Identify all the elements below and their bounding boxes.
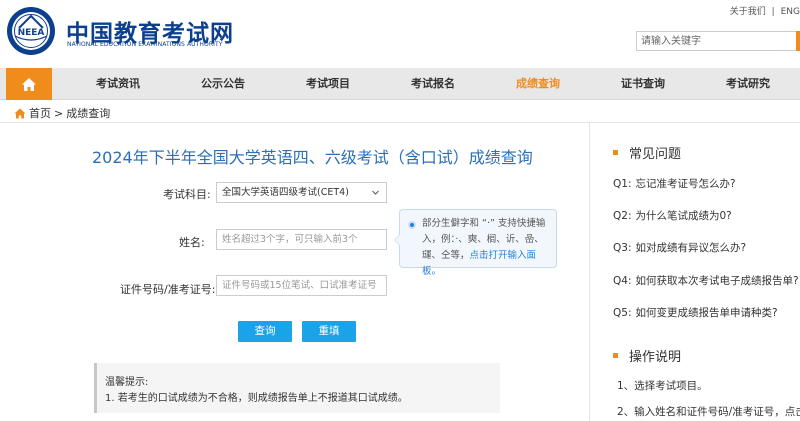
info-dot-icon xyxy=(408,221,416,229)
nav-item-research[interactable]: 考试研究 xyxy=(726,68,770,100)
tips-line: 1. 若考生的口试成绩为不合格，则成绩报告单上不报道其口试成绩。 xyxy=(105,393,408,404)
top-links: 关于我们 | ENG xyxy=(727,4,800,17)
sidebar-divider xyxy=(589,123,590,421)
id-number-input[interactable] xyxy=(216,275,387,296)
id-label: 证件号码/准考证号: xyxy=(120,283,216,296)
content-divider xyxy=(0,122,800,123)
breadcrumb-separator: > xyxy=(54,106,64,120)
page-title: 2024年下半年全国大学英语四、六级考试（含口试）成绩查询 xyxy=(92,148,533,167)
search-button[interactable] xyxy=(796,31,800,51)
nav-item-score-query[interactable]: 成绩查询 xyxy=(516,68,560,100)
chevron-down-icon xyxy=(372,190,379,195)
breadcrumb-home-link[interactable]: 首页 xyxy=(29,105,51,121)
nav-item-exams[interactable]: 考试项目 xyxy=(306,68,350,100)
ops-heading: 操作说明 xyxy=(613,346,681,365)
ops-step: 2、输入姓名和证件号码/准考证号，点击查询 xyxy=(617,406,800,418)
nav-item-news[interactable]: 考试资讯 xyxy=(96,68,140,100)
faq-item[interactable]: Q1: 忘记准考证号怎么办? xyxy=(613,176,736,191)
english-link[interactable]: ENG xyxy=(781,7,800,17)
faq-heading: 常见问题 xyxy=(613,143,681,162)
about-us-link[interactable]: 关于我们 xyxy=(730,7,766,17)
faq-item[interactable]: Q2: 为什么笔试成绩为0? xyxy=(613,208,732,223)
ops-title: 操作说明 xyxy=(629,350,682,365)
breadcrumb: 首页 > 成绩查询 xyxy=(14,105,110,121)
neea-logo-icon[interactable]: NEEA xyxy=(6,6,56,56)
query-button[interactable]: 查询 xyxy=(238,321,292,342)
faq-item[interactable]: Q4: 如何获取本次考试电子成绩报告单? xyxy=(613,273,799,288)
ops-step: 1、选择考试项目。 xyxy=(617,380,708,392)
name-input[interactable] xyxy=(216,229,387,250)
heading-marker-icon xyxy=(613,150,618,155)
faq-item[interactable]: Q5: 如何变更成绩报告单申请种类? xyxy=(613,305,778,320)
breadcrumb-current: 成绩查询 xyxy=(66,107,111,120)
breadcrumb-home-icon xyxy=(14,108,26,119)
site-header: NEEA 中国教育考试网 NATIONAL EDUCATION EXAMINAT… xyxy=(0,0,800,68)
nav-item-certificate-query[interactable]: 证书查询 xyxy=(621,68,665,100)
nav-home-button[interactable] xyxy=(6,68,52,100)
tooltip-text: 部分生僻字和 “·” 支持快捷输入，例：·、奭、榈、䜣、喦、璭、仝等，点击打开输… xyxy=(422,216,554,280)
reset-button[interactable]: 重填 xyxy=(302,321,356,342)
input-hint-tooltip: 部分生僻字和 “·” 支持快捷输入，例：·、奭、榈、䜣、喦、璭、仝等，点击打开输… xyxy=(394,209,557,277)
nav-item-notices[interactable]: 公示公告 xyxy=(201,68,245,100)
tips-title: 温馨提示: xyxy=(105,377,149,388)
subject-label: 考试科目: xyxy=(163,188,211,201)
top-links-separator: | xyxy=(771,7,775,17)
main-nav: 考试资讯 公示公告 考试项目 考试报名 成绩查询 证书查询 考试研究 xyxy=(0,68,800,100)
home-icon xyxy=(22,77,36,91)
faq-title: 常见问题 xyxy=(629,147,682,162)
heading-marker-icon xyxy=(613,353,618,358)
subject-select[interactable]: 全国大学英语四级考试(CET4) xyxy=(216,182,387,203)
logo-text: NEEA xyxy=(18,28,45,38)
tooltip-arrow xyxy=(394,234,400,246)
search-input[interactable] xyxy=(636,31,800,51)
tips-box: 温馨提示: 1. 若考生的口试成绩为不合格，则成绩报告单上不报道其口试成绩。 xyxy=(94,363,500,413)
faq-item[interactable]: Q3: 如对成绩有异议怎么办? xyxy=(613,240,746,255)
name-label: 姓名: xyxy=(179,236,205,249)
subject-select-value: 全国大学英语四级考试(CET4) xyxy=(222,187,349,198)
site-name-en: NATIONAL EDUCATION EXAMINATIONS AUTHORIT… xyxy=(67,41,223,48)
nav-item-registration[interactable]: 考试报名 xyxy=(411,68,455,100)
